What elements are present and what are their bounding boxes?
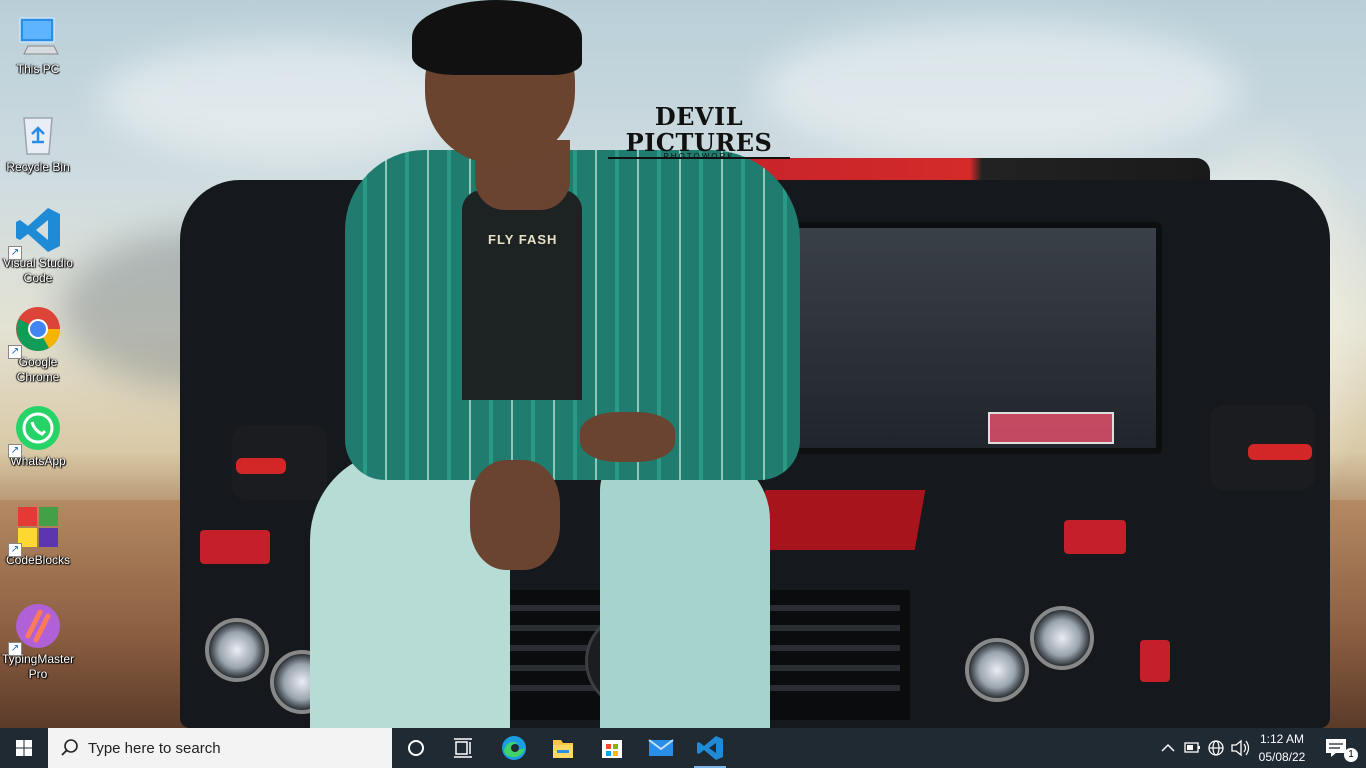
watermark: DEVIL PICTURES PHOTOWORK: [608, 104, 790, 161]
desktop-icon-whatsapp[interactable]: ↗ WhatsApp: [2, 398, 74, 469]
cortana-button[interactable]: [392, 728, 440, 768]
desktop-icon-label: This PC: [16, 62, 60, 76]
start-button[interactable]: [0, 728, 48, 768]
shortcut-arrow-icon: ↗: [8, 246, 22, 260]
taskbar-file-explorer[interactable]: [539, 728, 587, 768]
store-icon: [602, 740, 622, 758]
desktop-icon-label: Google Chrome: [16, 355, 60, 384]
desktop-icon-this-pc[interactable]: This PC: [2, 6, 74, 77]
shortcut-arrow-icon: ↗: [8, 642, 22, 656]
hood-stripe: [754, 490, 926, 550]
chrome-icon: ↗: [8, 305, 62, 359]
cortana-icon: [408, 740, 424, 756]
t-shirt: [462, 190, 582, 400]
fog-lamp: [1064, 520, 1126, 554]
globe-icon: [1208, 740, 1224, 756]
windows-logo-icon: [16, 740, 32, 756]
notification-icon: [1326, 739, 1346, 757]
mirror-indicator: [236, 458, 286, 474]
whatsapp-icon: ↗: [8, 404, 62, 458]
desktop-icon-vscode[interactable]: ↗ Visual Studio Code: [2, 200, 74, 286]
clock-time: 1:12 AM: [1259, 732, 1305, 746]
shortcut-arrow-icon: ↗: [8, 444, 22, 458]
cloud: [760, 20, 1240, 160]
edge-icon: [502, 736, 526, 760]
taskbar-mail[interactable]: [637, 728, 685, 768]
desktop-icon-label: Recycle Bin: [6, 160, 70, 174]
taskbar-store[interactable]: [588, 728, 636, 768]
speaker-icon: [1231, 739, 1250, 757]
search-icon: [61, 739, 78, 756]
recycle-bin-icon: [14, 110, 62, 158]
hand: [470, 460, 560, 570]
taskbar: Type here to search 1:12 AM 05/08/22 1: [0, 728, 1366, 768]
shortcut-arrow-icon: ↗: [8, 543, 22, 557]
search-placeholder: Type here to search: [88, 740, 221, 757]
battery-icon: [1184, 742, 1200, 753]
headlight: [205, 618, 269, 682]
network-status[interactable]: [1204, 728, 1228, 768]
taskbar-clock[interactable]: 1:12 AM 05/08/22: [1254, 730, 1310, 766]
vscode-icon: ↗: [8, 206, 62, 260]
chevron-up-icon: [1161, 743, 1175, 752]
indicator-lamp: [1140, 640, 1170, 682]
hand: [580, 412, 675, 462]
notification-count-badge: 1: [1344, 748, 1358, 762]
clock-date: 05/08/22: [1258, 750, 1306, 764]
t-shirt-print: FLY FASH: [488, 232, 558, 247]
task-view-icon: [454, 738, 472, 758]
desktop-icon-label: Visual Studio Code: [3, 256, 73, 285]
desktop-icon-recycle-bin[interactable]: Recycle Bin: [2, 104, 74, 175]
taskbar-vscode[interactable]: [686, 728, 734, 768]
codeblocks-icon: ↗: [8, 503, 62, 557]
mail-icon: [648, 739, 674, 756]
desktop-icon-label: TypingMaster Pro: [2, 652, 75, 681]
volume-control[interactable]: [1228, 728, 1252, 768]
shortcut-arrow-icon: ↗: [8, 345, 22, 359]
headlight: [1030, 606, 1094, 670]
jeans-right-leg: [600, 450, 770, 728]
battery-status[interactable]: [1180, 728, 1204, 768]
mirror-indicator: [1248, 444, 1312, 460]
task-view-button[interactable]: [440, 728, 488, 768]
fog-lamp: [200, 530, 270, 564]
desktop-wallpaper: FLY FASH DEVIL PICTURES PHOTOWORK: [0, 0, 1366, 728]
action-center-button[interactable]: 1: [1318, 728, 1366, 768]
desktop-icon-chrome[interactable]: ↗ Google Chrome: [2, 299, 74, 385]
desktop-icon-codeblocks[interactable]: ↗ CodeBlocks: [2, 497, 74, 568]
desktop-icon-typingmaster[interactable]: ↗ TypingMaster Pro: [2, 596, 74, 682]
windshield-sticker: [988, 412, 1114, 444]
show-hidden-icons-button[interactable]: [1156, 728, 1180, 768]
folder-icon: [553, 740, 573, 758]
vscode-icon: [697, 736, 723, 760]
taskbar-edge[interactable]: [490, 728, 538, 768]
watermark-title: DEVIL PICTURES: [625, 102, 773, 157]
this-pc-icon: [14, 12, 62, 60]
headlight: [965, 638, 1029, 702]
taskbar-search-box[interactable]: Type here to search: [48, 728, 392, 768]
hair: [412, 0, 582, 75]
typingmaster-icon: ↗: [8, 602, 62, 656]
